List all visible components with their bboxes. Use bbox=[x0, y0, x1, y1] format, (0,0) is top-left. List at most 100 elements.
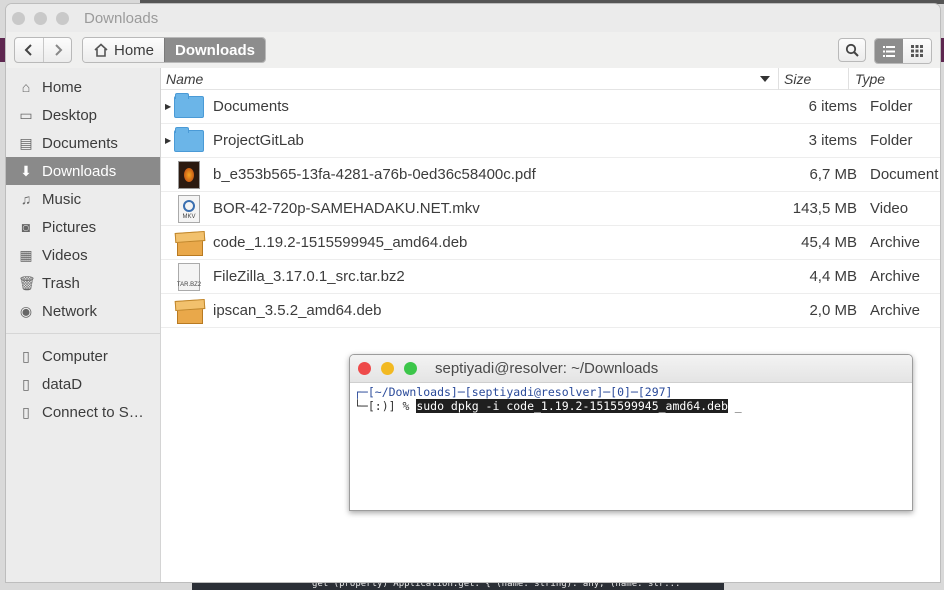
table-row[interactable]: ipscan_3.5.2_amd64.deb 2,0 MB Archive bbox=[161, 294, 940, 328]
file-type: Document bbox=[870, 166, 939, 183]
table-row[interactable]: ▶ Documents 6 items Folder bbox=[161, 90, 940, 124]
sidebar-item-documents[interactable]: ▤ Documents bbox=[6, 129, 160, 157]
column-header-name-label: Name bbox=[166, 70, 204, 87]
terminal-titlebar[interactable]: septiyadi@resolver: ~/Downloads bbox=[350, 355, 912, 383]
folder-icon bbox=[173, 92, 205, 121]
column-header-type[interactable]: Type bbox=[849, 71, 885, 87]
sidebar-item-network[interactable]: ◉ Network bbox=[6, 297, 160, 325]
expand-arrow-icon[interactable]: ▶ bbox=[161, 136, 173, 145]
search-icon bbox=[845, 43, 859, 57]
sidebar-item-downloads[interactable]: ⬇ Downloads bbox=[6, 157, 160, 185]
file-size: 4,4 MB bbox=[809, 268, 857, 285]
file-size: 2,0 MB bbox=[809, 302, 857, 319]
back-button[interactable] bbox=[15, 38, 43, 62]
file-size: 6,7 MB bbox=[809, 166, 857, 183]
sidebar-item-label: Music bbox=[42, 190, 82, 208]
sidebar-item-datad[interactable]: ▯ dataD bbox=[6, 370, 160, 398]
history-buttons bbox=[14, 37, 72, 63]
breadcrumb-downloads-label: Downloads bbox=[175, 41, 256, 59]
file-name: code_1.19.2-1515599945_amd64.deb bbox=[213, 234, 468, 251]
sidebar-item-label: Trash bbox=[42, 274, 80, 292]
sidebar-item-music[interactable]: ♫ Music bbox=[6, 185, 160, 213]
breadcrumb-home[interactable]: Home bbox=[83, 38, 165, 62]
file-type: Archive bbox=[870, 234, 921, 251]
file-size: 6 items bbox=[808, 98, 857, 115]
prompt-prefix: └─[:)] % bbox=[354, 399, 417, 413]
file-size: 45,4 MB bbox=[801, 234, 857, 251]
terminal-close-button[interactable] bbox=[358, 362, 371, 375]
terminal-window[interactable]: septiyadi@resolver: ~/Downloads ┌─[~/Dow… bbox=[349, 354, 913, 511]
list-view-button[interactable] bbox=[875, 39, 903, 63]
file-name: b_e353b565-13fa-4281-a76b-0ed36c58400c.p… bbox=[213, 166, 536, 183]
package-icon bbox=[173, 297, 205, 325]
terminal-maximize-button[interactable] bbox=[404, 362, 417, 375]
file-type: Folder bbox=[870, 132, 913, 149]
toolbar-right bbox=[838, 38, 932, 64]
close-button[interactable] bbox=[12, 11, 25, 25]
sidebar-item-computer[interactable]: ▯ Computer bbox=[6, 342, 160, 370]
file-name: ProjectGitLab bbox=[213, 132, 304, 149]
sidebar-item-desktop[interactable]: ▭ Desktop bbox=[6, 101, 160, 129]
table-row[interactable]: b_e353b565-13fa-4281-a76b-0ed36c58400c.p… bbox=[161, 158, 940, 192]
music-icon: ♫ bbox=[20, 191, 32, 207]
terminal-cursor: _ bbox=[727, 399, 742, 413]
sidebar-item-label: Videos bbox=[42, 246, 88, 264]
documents-icon: ▤ bbox=[19, 134, 33, 151]
video-file-icon: MKV bbox=[173, 194, 205, 223]
column-header-size-label: Size bbox=[784, 70, 812, 87]
file-name: ipscan_3.5.2_amd64.deb bbox=[213, 302, 382, 319]
network-icon: ◉ bbox=[19, 302, 33, 319]
sidebar-item-videos[interactable]: ▦ Videos bbox=[6, 241, 160, 269]
sidebar-item-label: Pictures bbox=[42, 218, 97, 236]
terminal-output[interactable]: ┌─[~/Downloads]─[septiyadi@resolver]─[0]… bbox=[350, 383, 912, 415]
table-row[interactable]: MKV BOR-42-720p-SAMEHADAKU.NET.mkv 143,5… bbox=[161, 192, 940, 226]
trash-icon: 🗑 bbox=[18, 274, 36, 291]
breadcrumb-home-label: Home bbox=[114, 41, 155, 59]
home-icon bbox=[94, 43, 108, 57]
terminal-minimize-button[interactable] bbox=[381, 362, 394, 375]
camera-icon: ◙ bbox=[21, 219, 31, 235]
view-toggle bbox=[874, 38, 932, 64]
sidebar-item-pictures[interactable]: ◙ Pictures bbox=[6, 213, 160, 241]
table-row[interactable]: ▶ ProjectGitLab 3 items Folder bbox=[161, 124, 940, 158]
list-icon bbox=[883, 45, 895, 57]
chevron-left-icon bbox=[24, 44, 32, 56]
drive-icon: ▯ bbox=[22, 347, 30, 364]
sidebar: ⌂ Home ▭ Desktop ▤ Documents ⬇ Downloads ♫ Mu… bbox=[6, 68, 161, 582]
drive-icon: ▯ bbox=[22, 375, 30, 392]
terminal-title: septiyadi@resolver: ~/Downloads bbox=[435, 360, 659, 377]
window-titlebar[interactable]: Downloads bbox=[6, 4, 940, 32]
file-name: BOR-42-720p-SAMEHADAKU.NET.mkv bbox=[213, 200, 480, 217]
download-icon: ⬇ bbox=[20, 162, 32, 179]
desktop-icon: ▭ bbox=[19, 106, 33, 123]
column-header-name[interactable]: Name bbox=[161, 67, 779, 90]
sort-down-icon bbox=[760, 75, 770, 82]
column-header-size[interactable]: Size bbox=[779, 67, 849, 90]
search-button[interactable] bbox=[838, 38, 866, 62]
icon-label: MKV bbox=[182, 213, 196, 220]
grid-view-button[interactable] bbox=[903, 39, 931, 63]
pdf-thumbnail-icon bbox=[173, 160, 205, 189]
maximize-button[interactable] bbox=[56, 11, 69, 25]
breadcrumb-downloads[interactable]: Downloads bbox=[164, 38, 266, 62]
file-type: Archive bbox=[870, 268, 921, 285]
package-icon bbox=[173, 229, 205, 257]
server-icon: ▯ bbox=[22, 403, 30, 420]
table-row[interactable]: TAR.BZ2 FileZilla_3.17.0.1_src.tar.bz2 4… bbox=[161, 260, 940, 294]
toolbar: Home Downloads bbox=[6, 32, 940, 68]
expand-arrow-icon[interactable]: ▶ bbox=[161, 102, 173, 111]
breadcrumb: Home Downloads bbox=[82, 37, 267, 63]
minimize-button[interactable] bbox=[34, 11, 47, 25]
archive-file-icon: TAR.BZ2 bbox=[173, 262, 205, 291]
video-icon: ▦ bbox=[19, 246, 33, 263]
sidebar-item-connect-to-server[interactable]: ▯ Connect to S… bbox=[6, 398, 160, 426]
sidebar-item-trash[interactable]: 🗑 Trash bbox=[6, 269, 160, 297]
sidebar-item-label: dataD bbox=[42, 375, 83, 393]
sidebar-item-label: Downloads bbox=[42, 162, 117, 180]
forward-button[interactable] bbox=[43, 38, 71, 62]
file-type: Folder bbox=[870, 98, 913, 115]
folder-icon bbox=[173, 126, 205, 155]
sidebar-item-home[interactable]: ⌂ Home bbox=[6, 73, 160, 101]
window-title: Downloads bbox=[84, 9, 159, 27]
table-row[interactable]: code_1.19.2-1515599945_amd64.deb 45,4 MB… bbox=[161, 226, 940, 260]
